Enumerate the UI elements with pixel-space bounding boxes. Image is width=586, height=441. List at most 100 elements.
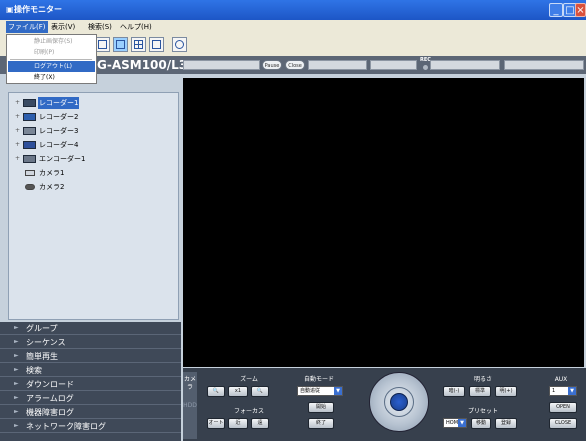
nav-item-group[interactable]: ► グループ xyxy=(0,322,181,335)
focus-auto-button[interactable]: オート xyxy=(207,418,225,429)
automode-label: 自動モード xyxy=(303,376,334,383)
nav-item-network-error-log[interactable]: ► ネットワーク障害ログ xyxy=(0,420,181,433)
expand-icon[interactable]: + xyxy=(15,153,21,165)
tree-item-recorder-2[interactable]: + レコーダー2 xyxy=(15,111,175,123)
nav-item-sequence[interactable]: ► シーケンス xyxy=(0,336,181,349)
aux-label: AUX xyxy=(554,376,568,383)
nav-item-download[interactable]: ► ダウンロード xyxy=(0,378,181,391)
app-icon: ▣ xyxy=(6,5,14,14)
layout-4-icon xyxy=(134,40,143,49)
nav-item-label: ネットワーク障害ログ xyxy=(26,422,106,431)
nav-item-easy-playback[interactable]: ► 簡単再生 xyxy=(0,350,181,363)
tree-item-label: エンコーダー1 xyxy=(39,155,86,163)
arrow-right-icon: ► xyxy=(14,352,19,359)
side-tab-hdd: HDD xyxy=(183,402,197,409)
brightness-standard-button[interactable]: 標準 xyxy=(469,386,491,397)
arrow-right-icon: ► xyxy=(14,338,19,345)
layout-4-button[interactable] xyxy=(131,37,146,52)
zoom-in-button[interactable]: 🔍 xyxy=(251,386,269,397)
nav-item-device-error-log[interactable]: ► 機器障害ログ xyxy=(0,406,181,419)
tree-item-label: カメラ1 xyxy=(39,169,65,177)
automode-value: 自動追従 xyxy=(300,388,321,394)
nav-item-alarm-log[interactable]: ► アラームログ xyxy=(0,392,181,405)
preset-go-button[interactable]: 移動 xyxy=(471,418,491,429)
layout-9-button[interactable] xyxy=(149,37,164,52)
encoder-icon xyxy=(23,155,36,163)
arrow-right-icon: ► xyxy=(14,366,19,373)
joystick-center-icon[interactable] xyxy=(390,393,408,411)
minimize-button[interactable]: _ xyxy=(549,3,563,17)
info-box-3 xyxy=(370,60,417,70)
pan-tilt-joystick[interactable] xyxy=(369,372,429,432)
control-side-tab[interactable]: カメラ HDD xyxy=(183,372,197,439)
zoom-x1-button[interactable]: x1 xyxy=(228,386,248,397)
video-display[interactable] xyxy=(183,78,584,367)
close-window-button[interactable]: × xyxy=(575,3,586,17)
layout-single-button[interactable] xyxy=(95,37,110,52)
nav-item-label: 検索 xyxy=(26,366,42,375)
side-tab-camera: カメラ xyxy=(183,376,196,391)
focus-far-button[interactable]: 遠 xyxy=(251,418,269,429)
zoom-view-button[interactable] xyxy=(172,37,187,52)
focus-label: フォーカス xyxy=(233,408,264,415)
aux-close-button[interactable]: CLOSE xyxy=(549,418,577,429)
device-tree: + レコーダー1 + レコーダー2 + レコーダー3 + レコーダー4 + エン… xyxy=(8,92,179,320)
recorder-icon xyxy=(23,99,36,107)
tree-item-encoder-1[interactable]: + エンコーダー1 xyxy=(15,153,175,165)
menu-save-still-image[interactable]: 静止画保存(S) xyxy=(8,36,95,47)
expand-icon[interactable]: + xyxy=(15,139,21,151)
menu-help[interactable]: ヘルプ(H) xyxy=(118,21,154,33)
close-camera-button[interactable]: Close xyxy=(285,60,305,70)
zoom-out-button[interactable]: 🔍 xyxy=(207,386,225,397)
pause-button[interactable]: Pause xyxy=(262,60,282,70)
brightness-dark-button[interactable]: 暗(-) xyxy=(443,386,465,397)
nav-item-search[interactable]: ► 検索 xyxy=(0,364,181,377)
focus-near-button[interactable]: 近 xyxy=(228,418,248,429)
file-menu-dropdown: 静止画保存(S) 印刷(P) ログアウト(L) 終了(X) xyxy=(6,34,97,84)
arrow-right-icon: ► xyxy=(14,394,19,401)
layout-9-icon xyxy=(152,40,161,49)
tree-item-recorder-1[interactable]: + レコーダー1 xyxy=(15,97,175,109)
preset-register-button[interactable]: 登録 xyxy=(495,418,517,429)
aux-open-button[interactable]: OPEN xyxy=(549,402,577,413)
layout-1-icon xyxy=(116,40,125,49)
recorder-icon xyxy=(23,113,36,121)
menu-logout[interactable]: ログアウト(L) xyxy=(8,61,95,72)
tree-item-recorder-3[interactable]: + レコーダー3 xyxy=(15,125,175,137)
nav-item-label: 簡単再生 xyxy=(26,352,58,361)
expand-icon[interactable]: + xyxy=(15,111,21,123)
expand-icon[interactable]: + xyxy=(15,125,21,137)
info-box-4 xyxy=(430,60,500,70)
menu-search[interactable]: 検索(S) xyxy=(86,21,114,33)
tree-item-label: レコーダー3 xyxy=(39,127,79,135)
aux-select[interactable]: 1 ▼ xyxy=(549,386,577,396)
tree-item-label: カメラ2 xyxy=(39,183,65,191)
menu-exit[interactable]: 終了(X) xyxy=(8,72,95,83)
recorder-icon xyxy=(23,127,36,135)
chevron-down-icon: ▼ xyxy=(334,387,342,395)
magnifier-plus-icon: 🔍 xyxy=(256,388,264,394)
automode-select[interactable]: 自動追従 ▼ xyxy=(297,386,343,396)
preset-select[interactable]: HOME ▼ xyxy=(443,418,467,428)
layout-1-button[interactable] xyxy=(113,37,128,52)
automode-stop-button[interactable]: 終了 xyxy=(308,418,334,429)
tree-item-recorder-4[interactable]: + レコーダー4 xyxy=(15,139,175,151)
camera-icon xyxy=(25,170,35,176)
menu-bar: ファイル(F) 表示(V) 検索(S) ヘルプ(H) xyxy=(0,20,586,34)
dome-camera-icon xyxy=(25,184,35,190)
automode-start-button[interactable]: 開始 xyxy=(308,402,334,413)
menu-print[interactable]: 印刷(P) xyxy=(8,47,95,58)
title-bar: ▣ 操作モニター _ □ × xyxy=(0,0,586,20)
rec-indicator-icon xyxy=(423,65,428,70)
tree-item-camera-1[interactable]: カメラ1 xyxy=(15,167,175,179)
chevron-down-icon: ▼ xyxy=(458,419,466,427)
tree-item-camera-2[interactable]: カメラ2 xyxy=(15,181,175,193)
arrow-right-icon: ► xyxy=(14,324,19,331)
brightness-light-button[interactable]: 明(+) xyxy=(495,386,517,397)
zoom-label: ズーム xyxy=(240,376,258,383)
expand-icon[interactable]: + xyxy=(15,97,21,109)
menu-view[interactable]: 表示(V) xyxy=(49,21,77,33)
nav-item-label: 機器障害ログ xyxy=(26,408,74,417)
arrow-right-icon: ► xyxy=(14,380,19,387)
menu-file[interactable]: ファイル(F) xyxy=(6,21,48,33)
